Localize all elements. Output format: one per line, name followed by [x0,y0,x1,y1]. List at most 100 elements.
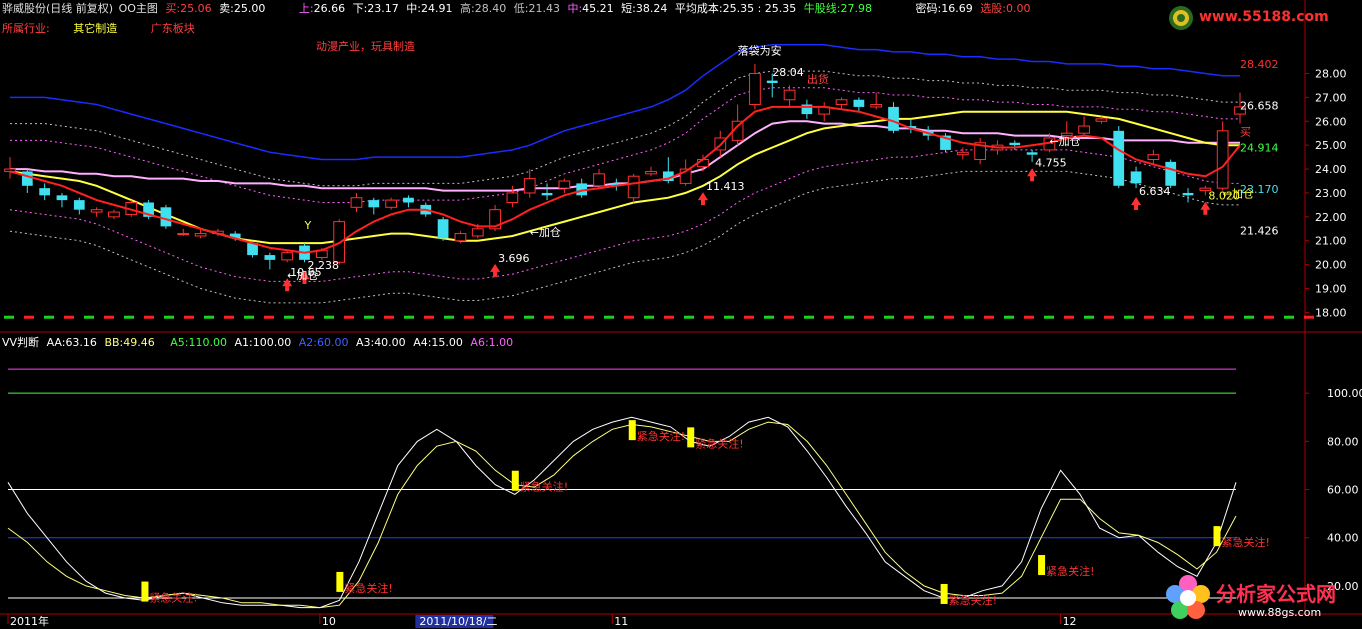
marker-label: 3.696 [498,252,530,265]
low-label: 低: [513,2,529,15]
candle-body-down [21,171,33,186]
high-label: 高: [460,2,475,15]
indicator-name: OO主图 [118,2,158,15]
marker-label: 11.413 [706,180,745,193]
sell-label: 卖: [219,2,234,15]
high-value: 28.40 [474,2,507,15]
alert-label: 紧急关注! [637,429,685,443]
y-tick-label: 28.00 [1315,67,1347,80]
buy-arrow-icon [1131,196,1142,210]
aa-value: 63.16 [65,336,97,349]
middle-label: 中: [406,2,422,15]
alert-label: 紧急关注! [520,480,568,494]
candle-body-up [870,104,883,108]
pick-value: 0.00 [1005,2,1031,15]
candle-body-up [835,99,848,106]
chart-annotation: Y [304,219,312,232]
price-level-label: 28.402 [1240,58,1279,71]
candle-body-up [956,151,969,156]
chart-stage: 28.00 27.00 26.00 25.00 24.00 23.00 22.00 21.00… [0,0,1362,629]
chart-annotation: 买 [1240,126,1251,139]
y-tick-label: 19.00 [1315,283,1347,296]
marker-label: 6.634 [1139,185,1171,198]
buy-value: 25.06 [180,2,212,15]
y-tick-label: 26.00 [1315,115,1347,128]
alert-label: 紧急关注! [344,581,392,595]
alert-label: 紧急关注! [1222,535,1270,549]
lower-dotted-white [9,170,1240,304]
pick-label: 选股: [980,2,1006,15]
industry-value: 其它制造 [73,22,118,35]
bull-label: 牛股线: [803,2,841,15]
candle-body-down [1026,152,1038,155]
industry-row: 所属行业: 其它制造 广东板块 [2,22,195,35]
candle-body-down [39,188,51,196]
candle-body-up [783,89,796,101]
lower-label: 下: [352,2,368,15]
y-tick-label: 22.00 [1315,211,1347,224]
candle-body-up [1095,118,1108,122]
a2-value: 60.00 [316,336,349,349]
candle-body-up [627,175,640,199]
short-label: 短: [621,2,636,15]
candle-body-up [558,180,571,189]
top-logo: www.55188.com [1165,2,1351,34]
chart-annotation: ←加仓 [1223,187,1254,201]
candle-body-down [1165,161,1177,186]
y-tick-label: 23.00 [1315,187,1347,200]
a5-label: A5: [170,336,189,349]
alert-label: 紧急关注! [949,593,997,607]
price-level-label: 24.914 [1240,141,1279,154]
candle-body-up [194,233,207,237]
y-tick-label: 20.00 [1315,259,1347,272]
candle-body-up [1216,130,1229,189]
osc-line-bb [7,421,1237,609]
zhong-label: 中: [567,2,583,15]
osc-line-aa [7,416,1237,609]
x-tick-label: 2011/10/18/二 [419,615,497,628]
x-tick-label: 10 [322,615,336,628]
candle-body-down [73,200,85,210]
candle-body-up [506,192,519,204]
bb-label: BB: [104,336,124,349]
middle-value: 24.91 [421,2,453,15]
bottom-logo: 分析家公式网 www.88gs.com [1160,570,1360,626]
bottom-logo-url: www.88gs.com [1238,606,1322,619]
avgcost-label: 平均成本: [674,2,723,15]
candle-body-down [1182,192,1194,196]
y-tick-label: 18.00 [1315,306,1347,319]
candle-body-down [541,192,553,196]
alert-marker [141,581,149,602]
candle-body-up [471,228,484,237]
price-level-label: 26.658 [1240,99,1279,112]
candle-body-down [1113,130,1125,186]
candle-body-down [403,197,414,203]
candle-body-down [1130,171,1142,184]
alert-label: 紧急关注! [149,591,197,605]
bull-value: 27.98 [840,2,873,15]
chart-annotation: ←加仓 [287,268,318,282]
alert-marker [687,427,695,448]
a6-label: A6: [470,336,489,349]
alert-marker [1213,526,1221,547]
candle-body-down [264,255,276,260]
osc-y-tick-label: 60.00 [1327,484,1359,497]
candle-body-up [1078,125,1090,134]
low-value: 21.43 [528,2,560,15]
osc-y-tick-label: 40.00 [1327,532,1359,545]
candle-body-up [108,211,120,218]
candle-body-down [368,200,380,208]
sell-value: 25.00 [233,2,266,15]
candle-body-up [593,173,605,187]
a4-value: 15.00 [431,336,463,349]
candle-body-up [523,178,536,194]
y-tick-label: 27.00 [1315,91,1347,104]
alert-marker [511,470,519,491]
candle-body-down [853,99,865,107]
a3-label: A3: [355,336,375,349]
chart-annotation: 出货 [807,72,829,86]
candle-body-up [4,168,16,172]
osc-y-tick-label: 80.00 [1327,435,1359,448]
alert-label: 紧急关注! [1046,564,1094,578]
candle-body-up [645,170,657,175]
